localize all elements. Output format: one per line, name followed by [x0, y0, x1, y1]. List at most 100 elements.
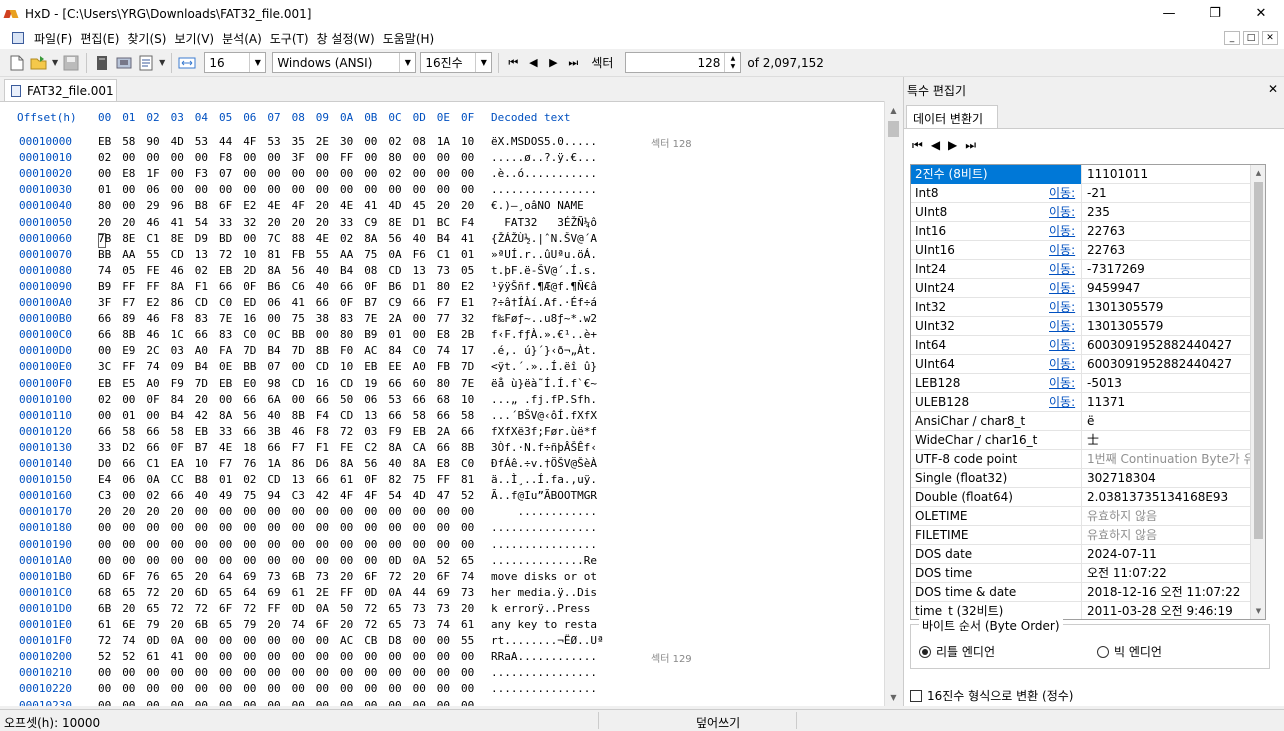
hex-byte[interactable]: 00	[122, 183, 135, 196]
hex-byte[interactable]: EB	[98, 377, 111, 390]
hex-byte[interactable]: 00	[292, 183, 305, 196]
hex-byte[interactable]: B4	[171, 409, 184, 422]
goto-link[interactable]: 이동:	[1049, 260, 1075, 278]
spin-arrows-icon[interactable]: ▲ ▼	[724, 53, 740, 72]
hex-byte[interactable]: 00	[243, 183, 256, 196]
hex-byte[interactable]: 00	[388, 650, 401, 663]
hex-byte[interactable]: 00	[267, 634, 280, 647]
hex-byte[interactable]: 8B	[461, 441, 474, 454]
hex-byte[interactable]: 00	[364, 699, 377, 707]
hex-byte[interactable]: 79	[243, 618, 256, 631]
hex-byte[interactable]: EB	[219, 264, 232, 277]
hex-byte[interactable]: B7	[195, 441, 208, 454]
hex-byte[interactable]: 00	[340, 521, 353, 534]
hex-byte[interactable]: 00	[195, 505, 208, 518]
inspector-row[interactable]: DOS date 2024-07-11	[911, 545, 1251, 564]
hex-byte[interactable]: BB	[292, 328, 305, 341]
hex-byte[interactable]: 61	[461, 618, 474, 631]
inspector-row[interactable]: 2진수 (8비트) 11101011	[911, 165, 1251, 184]
hex-byte[interactable]: 66	[437, 409, 450, 422]
hex-byte[interactable]: 01	[461, 248, 474, 261]
last-sector-icon[interactable]: ⏭	[563, 53, 583, 73]
hex-byte[interactable]: 72	[243, 602, 256, 615]
hex-byte[interactable]: 00	[413, 151, 426, 164]
hex-byte[interactable]: 4D	[388, 199, 401, 212]
hex-byte[interactable]: 00	[171, 666, 184, 679]
hex-byte[interactable]: FB	[292, 248, 305, 261]
hex-byte[interactable]: 41	[461, 232, 474, 245]
hex-byte[interactable]: 00	[146, 409, 159, 422]
hex-byte[interactable]: 8E	[122, 232, 135, 245]
hex-byte[interactable]: 56	[364, 457, 377, 470]
inspector-value[interactable]: 235	[1083, 203, 1251, 222]
hex-byte[interactable]: 00	[437, 167, 450, 180]
hex-byte[interactable]: 00	[364, 554, 377, 567]
hex-byte[interactable]: 75	[413, 473, 426, 486]
hex-byte[interactable]: 03	[364, 425, 377, 438]
hex-byte[interactable]: 00	[364, 183, 377, 196]
inspector-value[interactable]: -7317269	[1083, 260, 1251, 279]
hex-byte[interactable]: 20	[267, 618, 280, 631]
hex-byte[interactable]: 69	[267, 586, 280, 599]
hex-byte[interactable]: 66	[171, 489, 184, 502]
hex-byte[interactable]: 00	[388, 521, 401, 534]
memory-icon[interactable]	[114, 53, 134, 73]
hex-byte[interactable]: 00	[171, 151, 184, 164]
hex-byte[interactable]: C0	[461, 457, 474, 470]
hex-byte[interactable]: 83	[219, 328, 232, 341]
hex-byte[interactable]: 02	[388, 135, 401, 148]
hex-byte[interactable]: 66	[340, 280, 353, 293]
previous-icon[interactable]: ◀	[931, 138, 940, 153]
hex-byte[interactable]: 66	[316, 473, 329, 486]
hex-byte[interactable]: F7	[122, 296, 135, 309]
hex-byte[interactable]: 40	[316, 280, 329, 293]
hex-byte[interactable]: 0F	[364, 473, 377, 486]
hex-byte[interactable]: 58	[461, 409, 474, 422]
hex-byte[interactable]: 66	[316, 393, 329, 406]
next-icon[interactable]: ▶	[948, 138, 957, 153]
goto-link[interactable]: 이동:	[1049, 374, 1075, 392]
scroll-up-icon[interactable]: ▲	[1251, 166, 1265, 180]
hex-byte[interactable]: 6F	[219, 602, 232, 615]
hex-byte[interactable]: 00	[122, 682, 135, 695]
hex-byte[interactable]: F4	[461, 216, 474, 229]
hex-byte[interactable]: 00	[413, 699, 426, 707]
hex-byte[interactable]: 40	[195, 489, 208, 502]
hex-byte[interactable]: EE	[388, 360, 401, 373]
hex-byte[interactable]: 66	[243, 393, 256, 406]
inspector-row[interactable]: OLETIME 유효하지 않음	[911, 507, 1251, 526]
hex-byte[interactable]: 84	[388, 344, 401, 357]
hex-byte[interactable]: 55	[461, 634, 474, 647]
hex-byte[interactable]: FE	[340, 441, 353, 454]
hex-byte[interactable]: F8	[219, 151, 232, 164]
hex-byte[interactable]: 0A	[388, 248, 401, 261]
hex-byte[interactable]: 7E	[364, 312, 377, 325]
hex-byte[interactable]: 00	[146, 699, 159, 707]
hex-byte[interactable]: 00	[267, 521, 280, 534]
goto-link[interactable]: 이동:	[1049, 393, 1075, 411]
hex-byte[interactable]: F7	[219, 457, 232, 470]
hex-byte[interactable]: 00	[219, 538, 232, 551]
hex-byte[interactable]: 74	[98, 264, 111, 277]
hex-byte[interactable]: 00	[98, 409, 111, 422]
goto-link[interactable]: 이동:	[1049, 355, 1075, 373]
hex-byte[interactable]: AC	[340, 634, 353, 647]
hex-byte[interactable]: 40	[413, 232, 426, 245]
hex-byte[interactable]: 66	[388, 409, 401, 422]
hex-byte[interactable]: 72	[388, 570, 401, 583]
hex-byte[interactable]: 75	[364, 248, 377, 261]
hex-byte[interactable]: F1	[195, 280, 208, 293]
hex-byte[interactable]: 00	[219, 393, 232, 406]
hex-byte[interactable]: 73	[267, 570, 280, 583]
hex-byte[interactable]: C1	[146, 457, 159, 470]
hex-byte[interactable]: EA	[171, 457, 184, 470]
hex-byte[interactable]: 4E	[340, 199, 353, 212]
menu-item[interactable]: 창 설정(W)	[313, 30, 379, 47]
hex-byte[interactable]: 81	[461, 473, 474, 486]
charset-select[interactable]: Windows (ANSI) ▼	[272, 52, 417, 73]
hex-byte[interactable]: 73	[437, 264, 450, 277]
hex-byte[interactable]: 00	[146, 538, 159, 551]
hex-byte[interactable]: 0E	[219, 360, 232, 373]
hex-byte[interactable]: 4E	[219, 441, 232, 454]
inspector-row[interactable]: UInt8 이동: 235	[911, 203, 1251, 222]
